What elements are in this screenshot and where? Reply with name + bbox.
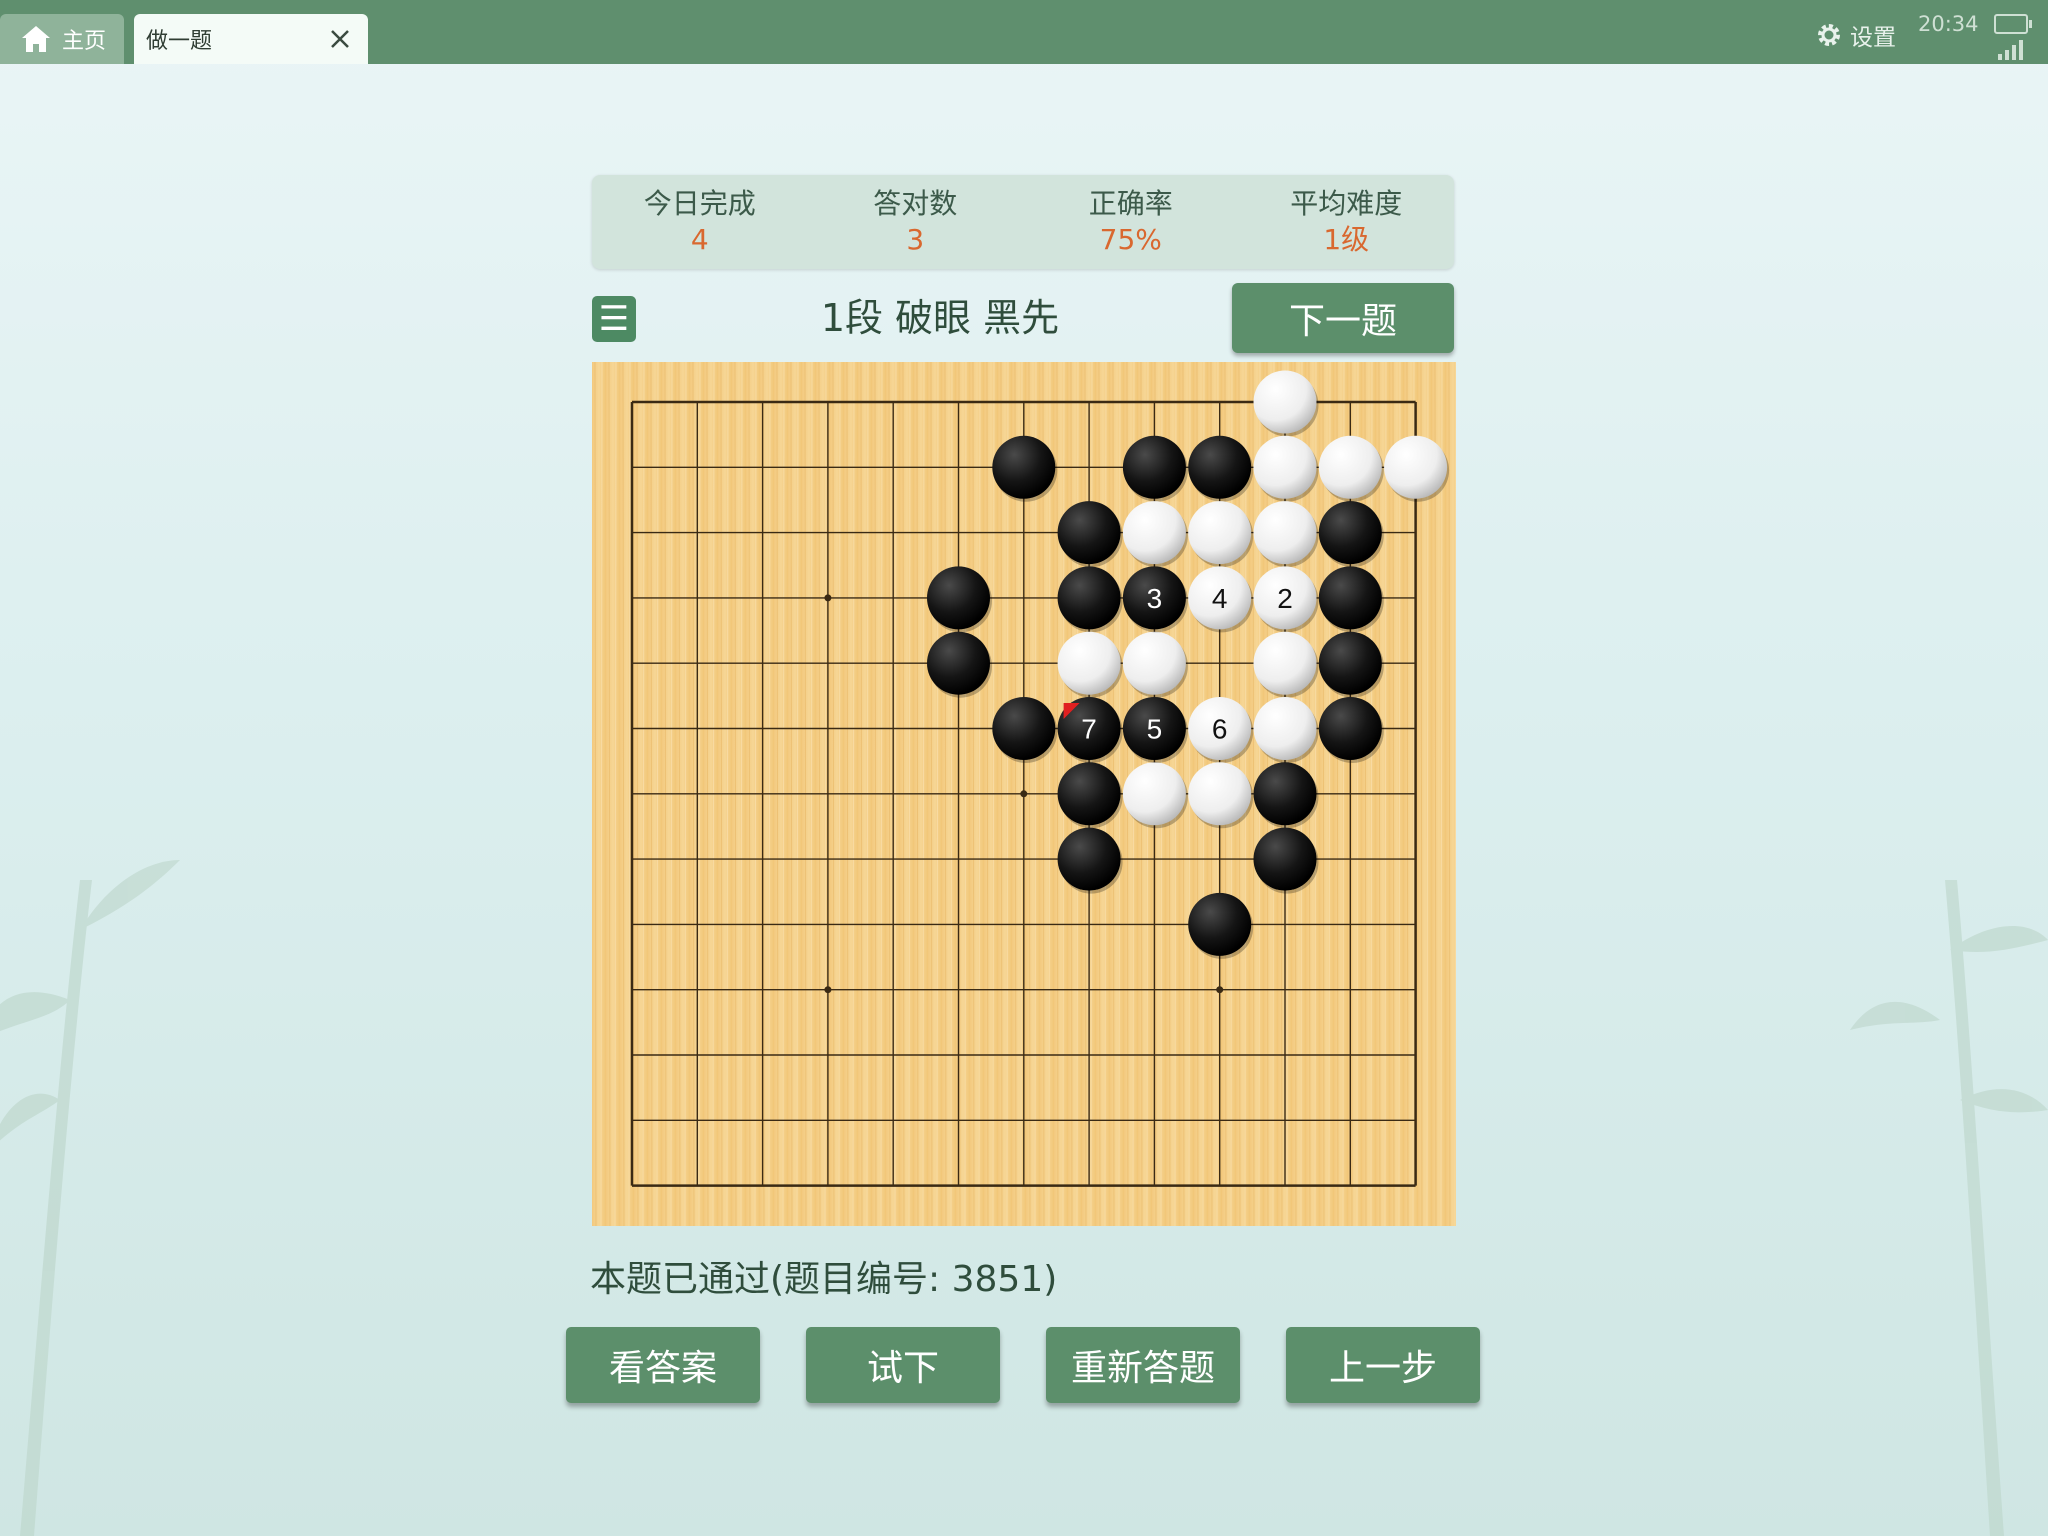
- clock: 20:34: [1918, 12, 1979, 36]
- tab-home-label: 主页: [62, 29, 107, 54]
- move-number-label: 2: [1277, 583, 1293, 614]
- signal-icon: [1998, 40, 2023, 60]
- move-number-label: 7: [1081, 714, 1097, 745]
- stats-panel: 今日完成 4 答对数 3 正确率 75% 平均难度 1级: [592, 175, 1454, 269]
- move-number-label: 5: [1147, 714, 1163, 745]
- stat-title: 今日完成: [643, 187, 756, 220]
- stat-accuracy: 正确率 75%: [1023, 175, 1239, 269]
- top-bar: 主页 做一题 设置 20:34: [0, 0, 2048, 64]
- retry-button[interactable]: 重新答题: [1046, 1327, 1240, 1403]
- stat-value: 1级: [1323, 223, 1370, 256]
- settings-label: 设置: [1850, 25, 1896, 51]
- star-point: [1020, 790, 1028, 798]
- go-board[interactable]: 4 2 6 3 7 5: [592, 362, 1456, 1226]
- stat-title: 答对数: [873, 187, 958, 220]
- star-point: [1216, 986, 1224, 994]
- stat-value: 4: [690, 223, 709, 256]
- battery-icon: [1994, 14, 2032, 34]
- stat-avg-difficulty: 平均难度 1级: [1239, 175, 1455, 269]
- problem-title: 1段 破眼 黑先: [820, 296, 1060, 340]
- move-number-label: 4: [1212, 583, 1228, 614]
- move-number-label: 6: [1212, 714, 1228, 745]
- stat-value: 75%: [1099, 223, 1162, 256]
- close-icon[interactable]: [326, 25, 354, 53]
- stat-title: 平均难度: [1290, 187, 1403, 220]
- star-point: [824, 594, 832, 602]
- stat-today-completed: 今日完成 4: [592, 175, 808, 269]
- try-button[interactable]: 试下: [806, 1327, 1000, 1403]
- gear-icon: [1818, 24, 1840, 46]
- stat-value: 3: [906, 223, 925, 256]
- next-problem-button[interactable]: 下一题: [1232, 283, 1454, 353]
- star-point: [824, 986, 832, 994]
- status-message: 本题已通过(题目编号: 3851): [590, 1259, 1058, 1300]
- tab-home[interactable]: 主页: [0, 14, 124, 64]
- menu-button[interactable]: ☰: [592, 296, 636, 342]
- tab-problem-label: 做一题: [146, 29, 213, 54]
- move-number-label: 3: [1147, 583, 1163, 614]
- undo-button[interactable]: 上一步: [1286, 1327, 1480, 1403]
- settings-button[interactable]: 设置: [1814, 18, 1896, 52]
- stat-title: 正确率: [1088, 187, 1173, 220]
- stat-correct-count: 答对数 3: [808, 175, 1024, 269]
- home-icon: [22, 26, 50, 52]
- show-answer-button[interactable]: 看答案: [566, 1327, 760, 1403]
- tab-problem[interactable]: 做一题: [134, 14, 368, 64]
